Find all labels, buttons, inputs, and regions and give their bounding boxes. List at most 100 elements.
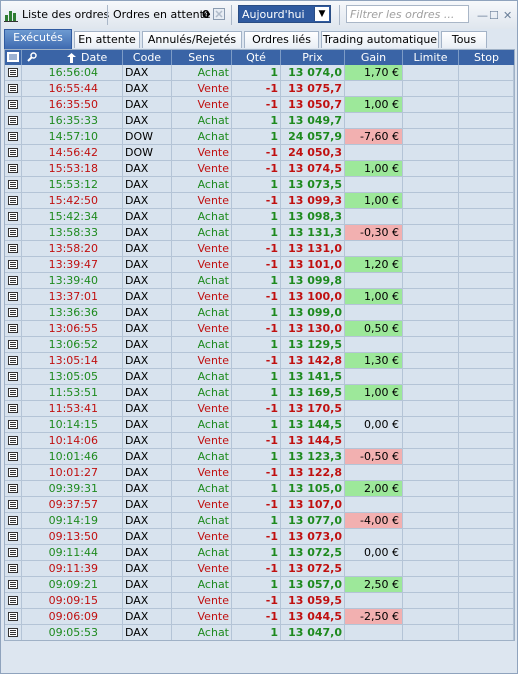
table-row[interactable]: 13:37:01 DAX Vente -1 13 100,0 1,00 €	[5, 289, 514, 305]
column-header-gain[interactable]: Gain	[345, 50, 403, 65]
column-header-stop[interactable]: Stop	[459, 50, 514, 65]
order-detail-icon[interactable]	[8, 484, 18, 493]
period-select[interactable]: Aujourd'hui ▼	[238, 5, 331, 23]
table-row[interactable]: 13:06:55 DAX Vente -1 13 130,0 0,50 €	[5, 321, 514, 337]
tab-en-attente[interactable]: En attente	[74, 31, 140, 48]
order-detail-button[interactable]	[5, 81, 22, 97]
filter-field[interactable]	[346, 5, 469, 23]
order-detail-button[interactable]	[5, 193, 22, 209]
tab-trading-automatique[interactable]: Trading automatique	[321, 31, 439, 48]
order-detail-button[interactable]	[5, 289, 22, 305]
table-row[interactable]: 13:06:52 DAX Achat 1 13 129,5	[5, 337, 514, 353]
chevron-down-icon[interactable]: ▼	[314, 7, 329, 21]
table-row[interactable]: 14:56:42 DOW Vente -1 24 050,3	[5, 145, 514, 161]
table-row[interactable]: 09:11:39 DAX Vente -1 13 072,5	[5, 561, 514, 577]
column-header-limite[interactable]: Limite	[403, 50, 459, 65]
order-detail-icon[interactable]	[8, 132, 18, 141]
order-detail-icon[interactable]	[8, 596, 18, 605]
order-detail-button[interactable]	[5, 465, 22, 481]
close-button[interactable]: ✕	[503, 9, 512, 22]
tab-executes[interactable]: Exécutés	[4, 29, 72, 49]
maximize-button[interactable]: ☐	[489, 9, 499, 22]
order-detail-icon[interactable]	[8, 628, 18, 637]
order-detail-icon[interactable]	[8, 532, 18, 541]
column-header-sens[interactable]: Sens	[172, 50, 232, 65]
table-row[interactable]: 09:14:19 DAX Achat 1 13 077,0 -4,00 €	[5, 513, 514, 529]
table-row[interactable]: 09:05:53 DAX Achat 1 13 047,0	[5, 625, 514, 640]
order-detail-icon[interactable]	[8, 228, 18, 237]
order-detail-button[interactable]	[5, 129, 22, 145]
order-detail-icon[interactable]	[8, 612, 18, 621]
cancel-all-icon[interactable]	[213, 8, 225, 20]
order-detail-button[interactable]	[5, 481, 22, 497]
order-detail-button[interactable]	[5, 433, 22, 449]
order-detail-icon[interactable]	[8, 292, 18, 301]
order-detail-button[interactable]	[5, 401, 22, 417]
table-row[interactable]: 09:39:31 DAX Achat 1 13 105,0 2,00 €	[5, 481, 514, 497]
order-detail-icon[interactable]	[8, 148, 18, 157]
order-detail-icon[interactable]	[8, 564, 18, 573]
order-detail-button[interactable]	[5, 417, 22, 433]
table-row[interactable]: 09:09:21 DAX Achat 1 13 057,0 2,50 €	[5, 577, 514, 593]
table-row[interactable]: 10:01:46 DAX Achat 1 13 123,3 -0,50 €	[5, 449, 514, 465]
table-row[interactable]: 14:57:10 DOW Achat 1 24 057,9 -7,60 €	[5, 129, 514, 145]
table-row[interactable]: 13:05:14 DAX Vente -1 13 142,8 1,30 €	[5, 353, 514, 369]
filter-input[interactable]	[350, 7, 468, 21]
order-detail-icon[interactable]	[8, 84, 18, 93]
order-detail-button[interactable]	[5, 497, 22, 513]
order-detail-icon[interactable]	[8, 548, 18, 557]
order-detail-button[interactable]	[5, 225, 22, 241]
order-detail-button[interactable]	[5, 241, 22, 257]
table-row[interactable]: 13:39:47 DAX Vente -1 13 101,0 1,20 €	[5, 257, 514, 273]
order-detail-button[interactable]	[5, 513, 22, 529]
order-detail-icon[interactable]	[8, 516, 18, 525]
order-detail-button[interactable]	[5, 177, 22, 193]
order-detail-button[interactable]	[5, 625, 22, 640]
table-row[interactable]: 13:05:05 DAX Achat 1 13 141,5	[5, 369, 514, 385]
order-detail-icon[interactable]	[8, 356, 18, 365]
order-detail-icon[interactable]	[8, 164, 18, 173]
table-row[interactable]: 16:56:04 DAX Achat 1 13 074,0 1,70 €	[5, 65, 514, 81]
wrench-icon[interactable]	[26, 52, 37, 63]
order-detail-button[interactable]	[5, 561, 22, 577]
order-detail-icon[interactable]	[8, 388, 18, 397]
order-detail-icon[interactable]	[8, 436, 18, 445]
order-detail-button[interactable]	[5, 145, 22, 161]
order-detail-icon[interactable]	[8, 500, 18, 509]
table-row[interactable]: 16:55:44 DAX Vente -1 13 075,7	[5, 81, 514, 97]
order-detail-button[interactable]	[5, 161, 22, 177]
sort-ascending-icon[interactable]	[67, 53, 76, 63]
column-header-qte[interactable]: Qté	[232, 50, 281, 65]
order-detail-icon[interactable]	[8, 212, 18, 221]
order-detail-icon[interactable]	[8, 420, 18, 429]
table-row[interactable]: 13:58:20 DAX Vente -1 13 131,0	[5, 241, 514, 257]
table-row[interactable]: 16:35:50 DAX Vente -1 13 050,7 1,00 €	[5, 97, 514, 113]
table-row[interactable]: 16:35:33 DAX Achat 1 13 049,7	[5, 113, 514, 129]
minimize-button[interactable]: —	[477, 9, 488, 22]
table-row[interactable]: 13:36:36 DAX Achat 1 13 099,0	[5, 305, 514, 321]
table-row[interactable]: 10:14:06 DAX Vente -1 13 144,5	[5, 433, 514, 449]
order-detail-button[interactable]	[5, 257, 22, 273]
tab-ordres-lies[interactable]: Ordres liés	[244, 31, 319, 48]
order-detail-button[interactable]	[5, 529, 22, 545]
order-detail-button[interactable]	[5, 65, 22, 81]
order-detail-button[interactable]	[5, 305, 22, 321]
table-row[interactable]: 10:14:15 DAX Achat 1 13 144,5 0,00 €	[5, 417, 514, 433]
order-detail-icon[interactable]	[8, 196, 18, 205]
table-row[interactable]: 15:42:50 DAX Vente -1 13 099,3 1,00 €	[5, 193, 514, 209]
order-detail-icon[interactable]	[8, 308, 18, 317]
table-row[interactable]: 11:53:41 DAX Vente -1 13 170,5	[5, 401, 514, 417]
order-detail-icon[interactable]	[8, 324, 18, 333]
order-detail-button[interactable]	[5, 609, 22, 625]
table-row[interactable]: 09:09:15 DAX Vente -1 13 059,5	[5, 593, 514, 609]
order-detail-button[interactable]	[5, 385, 22, 401]
order-detail-icon[interactable]	[8, 468, 18, 477]
order-detail-button[interactable]	[5, 113, 22, 129]
order-detail-icon[interactable]	[8, 404, 18, 413]
order-detail-button[interactable]	[5, 593, 22, 609]
order-detail-button[interactable]	[5, 209, 22, 225]
order-detail-icon[interactable]	[8, 244, 18, 253]
table-row[interactable]: 15:42:34 DAX Achat 1 13 098,3	[5, 209, 514, 225]
table-row[interactable]: 13:58:33 DAX Achat 1 13 131,3 -0,30 €	[5, 225, 514, 241]
order-detail-icon[interactable]	[8, 372, 18, 381]
